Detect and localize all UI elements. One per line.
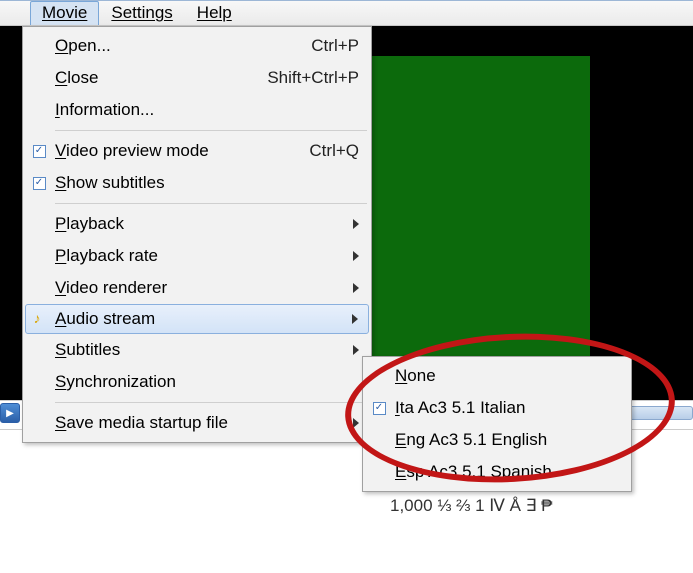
menu-item-shortcut: Shift+Ctrl+P bbox=[267, 68, 359, 88]
submenu-arrow-icon bbox=[353, 345, 359, 355]
menu-item-iconcol bbox=[26, 312, 53, 326]
submenu-item-label: Esp Ac3 5.1 Spanish bbox=[393, 462, 619, 482]
checkbox-checked-icon: ✓ bbox=[33, 177, 46, 190]
menu-item-shortcut: Ctrl+P bbox=[311, 36, 359, 56]
menu-item-label: Subtitles bbox=[53, 340, 347, 360]
menu-item-playback[interactable]: Playback bbox=[25, 208, 369, 240]
submenu-item-esp-ac3-5-1-spanish[interactable]: Esp Ac3 5.1 Spanish bbox=[365, 456, 629, 488]
submenu-arrow-icon bbox=[353, 418, 359, 428]
menu-item-label: Show subtitles bbox=[53, 173, 359, 193]
menubar-item-help[interactable]: Help bbox=[185, 1, 244, 25]
menu-item-audio-stream[interactable]: Audio stream bbox=[25, 304, 369, 334]
menu-item-shortcut: Ctrl+Q bbox=[309, 141, 359, 161]
checkbox-checked-icon: ✓ bbox=[373, 402, 386, 415]
menubar-item-movie[interactable]: Movie bbox=[30, 1, 99, 25]
audio-stream-submenu: None ✓ Ita Ac3 5.1 Italian Eng Ac3 5.1 Engl… bbox=[362, 356, 632, 492]
menu-item-label: Open... bbox=[53, 36, 311, 56]
menu-separator bbox=[55, 130, 367, 131]
menu-item-subtitles[interactable]: Subtitles bbox=[25, 334, 369, 366]
menu-item-open[interactable]: Open...Ctrl+P bbox=[25, 30, 369, 62]
submenu-item-eng-ac3-5-1-english[interactable]: Eng Ac3 5.1 English bbox=[365, 424, 629, 456]
menu-item-iconcol: ✓ bbox=[25, 177, 53, 190]
menu-item-video-preview-mode[interactable]: ✓ Video preview modeCtrl+Q bbox=[25, 135, 369, 167]
submenu-item-label: Ita Ac3 5.1 Italian bbox=[393, 398, 619, 418]
menubar: Movie Settings Help bbox=[0, 0, 693, 26]
checkbox-checked-icon: ✓ bbox=[33, 145, 46, 158]
menu-item-playback-rate[interactable]: Playback rate bbox=[25, 240, 369, 272]
menu-item-iconcol: ✓ bbox=[25, 145, 53, 158]
menu-item-label: Close bbox=[53, 68, 267, 88]
music-note-icon bbox=[33, 312, 47, 326]
submenu-arrow-icon bbox=[353, 219, 359, 229]
menu-item-show-subtitles[interactable]: ✓ Show subtitles bbox=[25, 167, 369, 199]
menu-item-label: Video renderer bbox=[53, 278, 347, 298]
menu-item-synchronization[interactable]: Synchronization bbox=[25, 366, 369, 398]
sample-text: 1,000 ⅓ ⅔ 1 Ⅳ Å ∃ ₱ bbox=[390, 496, 553, 516]
submenu-arrow-icon bbox=[352, 314, 358, 324]
submenu-item-label: None bbox=[393, 366, 619, 386]
menu-item-close[interactable]: CloseShift+Ctrl+P bbox=[25, 62, 369, 94]
menu-item-label: Save media startup file bbox=[53, 413, 347, 433]
menu-separator bbox=[55, 402, 367, 403]
menu-item-label: Playback rate bbox=[53, 246, 347, 266]
menu-item-label: Information... bbox=[53, 100, 359, 120]
submenu-item-none[interactable]: None bbox=[365, 360, 629, 392]
menu-item-information[interactable]: Information... bbox=[25, 94, 369, 126]
menu-item-label: Synchronization bbox=[53, 372, 359, 392]
submenu-arrow-icon bbox=[353, 283, 359, 293]
menu-item-video-renderer[interactable]: Video renderer bbox=[25, 272, 369, 304]
progress-slider[interactable] bbox=[628, 406, 693, 420]
menu-item-label: Playback bbox=[53, 214, 347, 234]
submenu-arrow-icon bbox=[353, 251, 359, 261]
menubar-item-settings[interactable]: Settings bbox=[99, 1, 184, 25]
play-button[interactable]: ▶ bbox=[0, 403, 20, 423]
submenu-item-label: Eng Ac3 5.1 English bbox=[393, 430, 619, 450]
menu-item-label: Video preview mode bbox=[53, 141, 309, 161]
menu-separator bbox=[55, 203, 367, 204]
menu-item-save-media-startup-file[interactable]: Save media startup file bbox=[25, 407, 369, 439]
submenu-item-ita-ac3-5-1-italian[interactable]: ✓ Ita Ac3 5.1 Italian bbox=[365, 392, 629, 424]
movie-dropdown: Open...Ctrl+PCloseShift+Ctrl+PInformatio… bbox=[22, 26, 372, 443]
menu-item-label: Audio stream bbox=[53, 309, 346, 329]
submenu-item-iconcol: ✓ bbox=[365, 402, 393, 415]
